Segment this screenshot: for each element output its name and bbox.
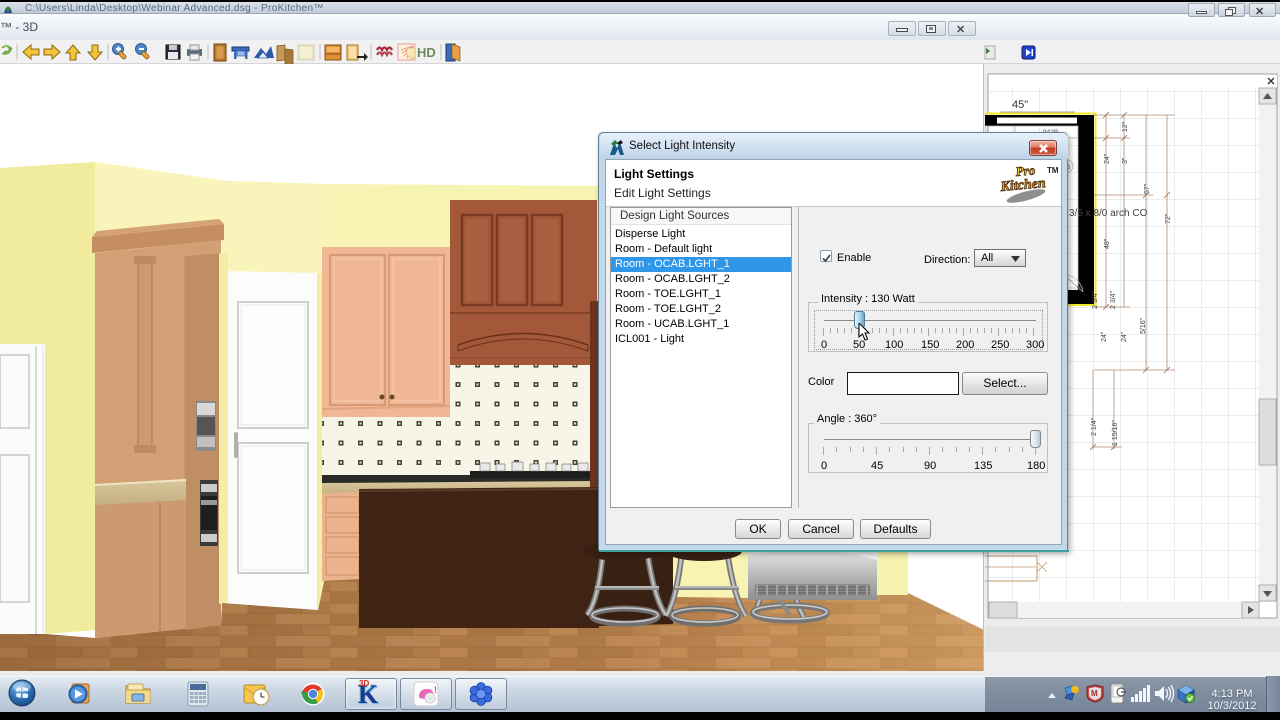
svg-text:45": 45" (1012, 99, 1028, 111)
svg-text:3/5 x 8/0 arch CO: 3/5 x 8/0 arch CO (1069, 208, 1148, 219)
svg-text:3": 3" (1122, 157, 1129, 164)
svg-text:90: 90 (1077, 286, 1084, 292)
svg-text:HD: HD (417, 45, 436, 60)
svg-text:48": 48" (1104, 238, 1111, 249)
svg-text:M: M (1091, 689, 1098, 698)
svg-text:2 3/4": 2 3/4" (1092, 290, 1099, 309)
svg-text:!: ! (434, 685, 437, 695)
svg-text:72": 72" (1165, 213, 1172, 224)
svg-text:TM: TM (1047, 166, 1059, 175)
svg-text:5/16": 5/16" (1140, 317, 1147, 334)
svg-text:24": 24" (1101, 331, 1108, 342)
svg-text:2 3/4": 2 3/4" (1110, 290, 1117, 309)
svg-text:12": 12" (1122, 121, 1129, 132)
svg-text:2 1/4": 2 1/4" (1091, 417, 1098, 436)
svg-text:57": 57" (1144, 183, 1151, 194)
svg-text:24": 24" (1104, 153, 1111, 164)
svg-text:1 15/16": 1 15/16" (1112, 420, 1119, 446)
svg-text:24": 24" (1121, 331, 1128, 342)
